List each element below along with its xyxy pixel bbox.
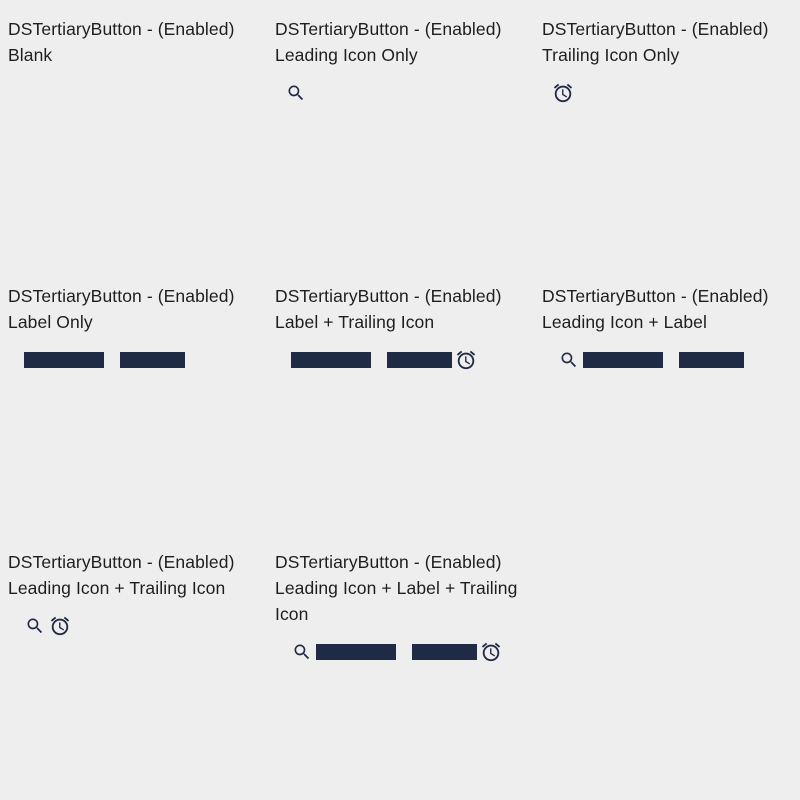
search-icon — [558, 349, 580, 371]
title-line-1: DSTertiaryButton - (Enabled) — [8, 286, 235, 306]
redacted-label — [583, 352, 744, 368]
title-line-2: Blank — [8, 45, 53, 65]
redacted-label — [291, 352, 452, 368]
tertiary-button[interactable] — [291, 349, 477, 371]
title-line-2: Label Only — [8, 312, 93, 332]
title-line-2: Label + Trailing Icon — [275, 312, 435, 332]
example-title: DSTertiaryButton - (Enabled) Blank — [8, 16, 268, 68]
example-trailing-icon-only: DSTertiaryButton - (Enabled) Trailing Ic… — [542, 16, 800, 68]
example-label-only: DSTertiaryButton - (Enabled) Label Only — [8, 283, 268, 335]
example-leading-icon-label: DSTertiaryButton - (Enabled) Leading Ico… — [542, 283, 800, 335]
tertiary-button[interactable] — [24, 352, 185, 368]
example-title: DSTertiaryButton - (Enabled) Label + Tra… — [275, 283, 535, 335]
example-leading-label-trailing-icon: DSTertiaryButton - (Enabled) Leading Ico… — [275, 549, 535, 627]
title-line-1: DSTertiaryButton - (Enabled) — [8, 552, 235, 572]
tertiary-button[interactable] — [291, 641, 502, 663]
title-line-1: DSTertiaryButton - (Enabled) — [275, 552, 502, 572]
redacted-label — [316, 644, 477, 660]
example-leading-icon-only: DSTertiaryButton - (Enabled) Leading Ico… — [275, 16, 535, 68]
redacted-label — [24, 352, 185, 368]
example-title: DSTertiaryButton - (Enabled) Leading Ico… — [542, 283, 800, 335]
example-title: DSTertiaryButton - (Enabled) Leading Ico… — [8, 549, 268, 601]
tertiary-button[interactable] — [285, 82, 307, 104]
tertiary-button[interactable] — [24, 615, 71, 637]
search-icon — [24, 615, 46, 637]
title-line-2: Leading Icon + Trailing Icon — [8, 578, 226, 598]
title-line-2: Leading Icon Only — [275, 45, 418, 65]
title-line-1: DSTertiaryButton - (Enabled) — [542, 19, 769, 39]
alarm-clock-icon — [480, 641, 502, 663]
alarm-clock-icon — [552, 82, 574, 104]
example-title: DSTertiaryButton - (Enabled) Leading Ico… — [275, 16, 535, 68]
search-icon — [285, 82, 307, 104]
search-icon — [291, 641, 313, 663]
alarm-clock-icon — [49, 615, 71, 637]
alarm-clock-icon — [455, 349, 477, 371]
example-label-trailing-icon: DSTertiaryButton - (Enabled) Label + Tra… — [275, 283, 535, 335]
title-line-2: Leading Icon + Label — [542, 312, 707, 332]
tertiary-button[interactable] — [558, 349, 744, 371]
title-line-2: Leading Icon + Label + Trailing Icon — [275, 578, 518, 624]
title-line-1: DSTertiaryButton - (Enabled) — [275, 286, 502, 306]
example-leading-trailing-icon: DSTertiaryButton - (Enabled) Leading Ico… — [8, 549, 268, 601]
example-title: DSTertiaryButton - (Enabled) Leading Ico… — [275, 549, 535, 627]
tertiary-button[interactable] — [552, 82, 574, 104]
title-line-1: DSTertiaryButton - (Enabled) — [275, 19, 502, 39]
example-title: DSTertiaryButton - (Enabled) Label Only — [8, 283, 268, 335]
title-line-2: Trailing Icon Only — [542, 45, 680, 65]
title-line-1: DSTertiaryButton - (Enabled) — [542, 286, 769, 306]
title-line-1: DSTertiaryButton - (Enabled) — [8, 19, 235, 39]
example-title: DSTertiaryButton - (Enabled) Trailing Ic… — [542, 16, 800, 68]
example-blank: DSTertiaryButton - (Enabled) Blank — [8, 16, 268, 68]
